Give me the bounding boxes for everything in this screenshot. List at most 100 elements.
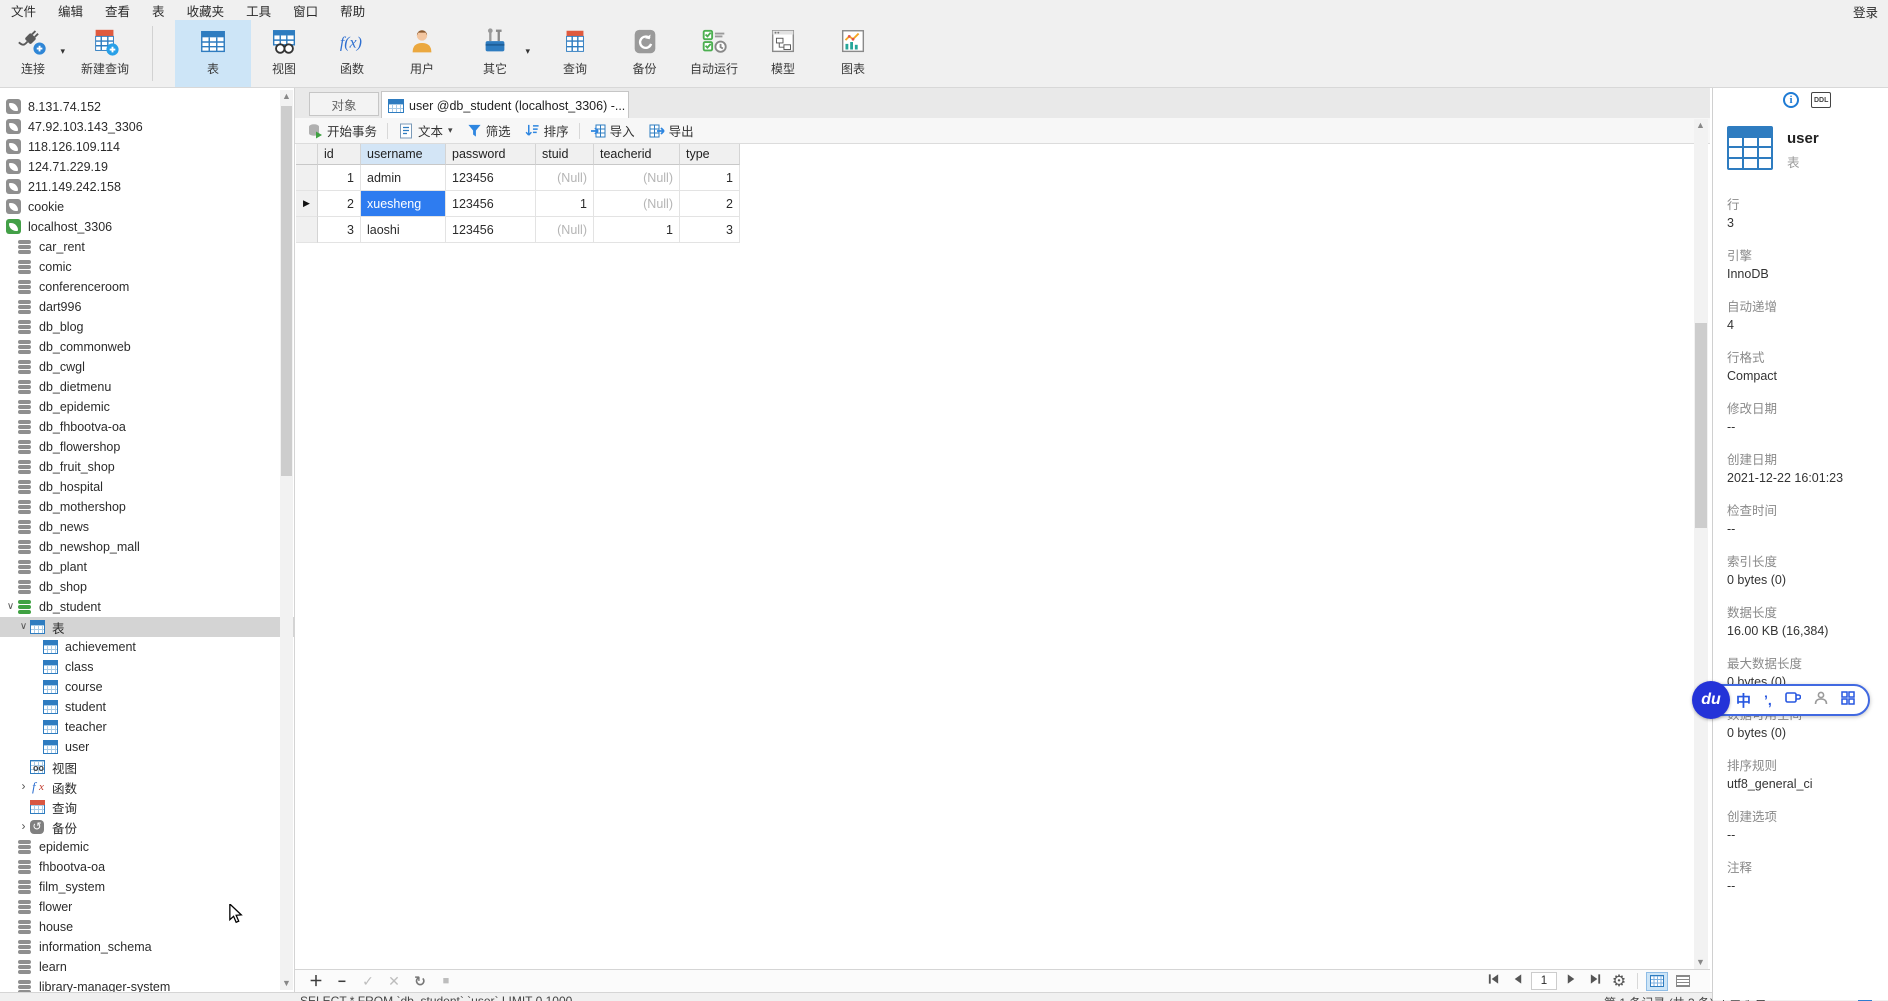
tree-item[interactable]: 47.92.103.143_3306 — [0, 117, 294, 137]
grid-cell[interactable]: xuesheng — [361, 191, 446, 217]
tree-item[interactable]: information_schema — [0, 937, 294, 957]
column-header[interactable]: type — [680, 144, 740, 165]
column-header[interactable]: teacherid — [594, 144, 680, 165]
tree-item[interactable]: class — [0, 657, 294, 677]
tree-item[interactable]: db_plant — [0, 557, 294, 577]
tree-item[interactable]: achievement — [0, 637, 294, 657]
column-header[interactable]: password — [446, 144, 536, 165]
stop-button[interactable]: ■ — [433, 975, 459, 987]
tree-chevron-icon[interactable] — [17, 622, 30, 632]
login-link[interactable]: 登录 — [1853, 2, 1878, 21]
filter-button[interactable]: 筛选 — [460, 121, 518, 140]
new-query-button[interactable]: 新建查询 — [66, 20, 144, 87]
tree-item[interactable]: db_commonweb — [0, 337, 294, 357]
text-mode-button[interactable]: 文本 ▾ — [391, 121, 460, 140]
tree-chevron-icon[interactable] — [17, 781, 30, 793]
tree-item[interactable]: db_newshop_mall — [0, 537, 294, 557]
menu-item[interactable]: 工具 — [235, 1, 282, 20]
tree-item[interactable]: 表 — [0, 617, 294, 637]
grid-cell[interactable]: 123456 — [446, 165, 536, 191]
grid-cell[interactable]: laoshi — [361, 217, 446, 243]
text-dropdown-arrow[interactable]: ▾ — [448, 125, 453, 136]
column-header[interactable]: stuid — [536, 144, 594, 165]
form-view-button[interactable] — [1672, 972, 1694, 991]
tree-item[interactable]: 查询 — [0, 797, 294, 817]
tree-item[interactable]: library-manager-system — [0, 977, 294, 992]
grid-cell[interactable]: (Null) — [536, 165, 594, 191]
tree-item[interactable]: 8.131.74.152 — [0, 97, 294, 117]
grid-cell[interactable]: 3 — [680, 217, 740, 243]
backup-button[interactable]: 备份 — [610, 20, 679, 87]
connect-button[interactable]: ▾ 连接 — [0, 20, 66, 87]
column-header[interactable]: id — [318, 144, 361, 165]
tree-item[interactable]: learn — [0, 957, 294, 977]
scroll-down-icon[interactable]: ▼ — [280, 977, 293, 990]
scroll-up-icon[interactable]: ▲ — [280, 90, 293, 103]
sidebar-scrollbar[interactable]: ▲ ▼ — [280, 90, 293, 990]
tree-item[interactable]: 124.71.229.19 — [0, 157, 294, 177]
tree-item[interactable]: 视图 — [0, 757, 294, 777]
add-record-button[interactable]: ＋ — [303, 971, 329, 991]
grid-cell[interactable]: 1 — [318, 165, 361, 191]
grid-cell[interactable]: 1 — [680, 165, 740, 191]
tree-item[interactable]: db_fhbootva-oa — [0, 417, 294, 437]
row-marker[interactable]: ▶ — [296, 191, 318, 217]
tree-item[interactable]: 118.126.109.114 — [0, 137, 294, 157]
ime-logo-icon[interactable]: du — [1692, 681, 1730, 719]
ime-account-icon[interactable] — [1814, 691, 1828, 710]
grid-cell[interactable]: (Null) — [594, 191, 680, 217]
others-button[interactable]: ▾ 其它 — [457, 20, 533, 87]
autorun-button[interactable]: 自动运行 — [679, 20, 749, 87]
first-page-button[interactable] — [1483, 972, 1503, 990]
export-button[interactable]: 导出 — [642, 121, 701, 140]
delete-record-button[interactable]: − — [329, 973, 355, 989]
tree-chevron-icon[interactable] — [4, 602, 17, 612]
info-tab-icon[interactable]: i — [1783, 92, 1799, 108]
ime-language-toggle[interactable]: 中 — [1736, 690, 1751, 711]
ime-punctuation-toggle[interactable]: ’, — [1764, 692, 1772, 708]
tree-item[interactable]: fhbootva-oa — [0, 857, 294, 877]
tree-item[interactable]: dart996 — [0, 297, 294, 317]
sidebar-scrollbar-thumb[interactable] — [281, 106, 292, 476]
grid-cell[interactable]: 123456 — [446, 217, 536, 243]
menu-item[interactable]: 收藏夹 — [176, 1, 236, 20]
tree-item[interactable]: flower — [0, 897, 294, 917]
tree-item[interactable]: 函数 — [0, 777, 294, 797]
connect-dropdown-arrow[interactable]: ▾ — [60, 46, 65, 57]
tree-item[interactable]: house — [0, 917, 294, 937]
tree-item[interactable]: db_blog — [0, 317, 294, 337]
tree-item[interactable]: db_flowershop — [0, 437, 294, 457]
column-header[interactable]: username — [361, 144, 446, 165]
page-number-input[interactable]: 1 — [1531, 972, 1557, 990]
model-button[interactable]: 模型 — [749, 20, 817, 87]
grid-view-button[interactable] — [1646, 971, 1668, 991]
grid-cell[interactable]: 1 — [594, 217, 680, 243]
tree-item[interactable]: car_rent — [0, 237, 294, 257]
grid-cell[interactable]: 123456 — [446, 191, 536, 217]
grid-cell[interactable]: 1 — [536, 191, 594, 217]
tab-objects[interactable]: 对象 — [309, 92, 379, 116]
users-button[interactable]: 用户 — [387, 20, 457, 87]
tree-item[interactable]: teacher — [0, 717, 294, 737]
ime-menu-grid-icon[interactable] — [1841, 690, 1855, 710]
tree-item[interactable]: db_news — [0, 517, 294, 537]
menu-item[interactable]: 查看 — [94, 1, 141, 20]
chart-button[interactable]: 图表 — [817, 20, 889, 87]
grid-cell[interactable]: (Null) — [536, 217, 594, 243]
ime-skin-icon[interactable] — [1784, 691, 1802, 710]
pager-settings-icon[interactable]: ⚙ — [1609, 971, 1629, 991]
tree-item[interactable]: localhost_3306 — [0, 217, 294, 237]
tree-item[interactable]: 211.149.242.158 — [0, 177, 294, 197]
tree-item[interactable]: film_system — [0, 877, 294, 897]
tree-item[interactable]: db_student — [0, 597, 294, 617]
tree-item[interactable]: 备份 — [0, 817, 294, 837]
menu-item[interactable]: 帮助 — [329, 1, 376, 20]
others-dropdown-arrow[interactable]: ▾ — [525, 46, 530, 57]
apply-changes-button[interactable]: ✓ — [355, 973, 381, 990]
grid-cell[interactable]: 2 — [318, 191, 361, 217]
views-button[interactable]: 视图 — [251, 20, 317, 87]
begin-transaction-button[interactable]: 开始事务 — [300, 121, 384, 140]
query-button[interactable]: 查询 — [540, 20, 610, 87]
tree-item[interactable]: course — [0, 677, 294, 697]
main-scrollbar-thumb[interactable] — [1695, 323, 1707, 528]
